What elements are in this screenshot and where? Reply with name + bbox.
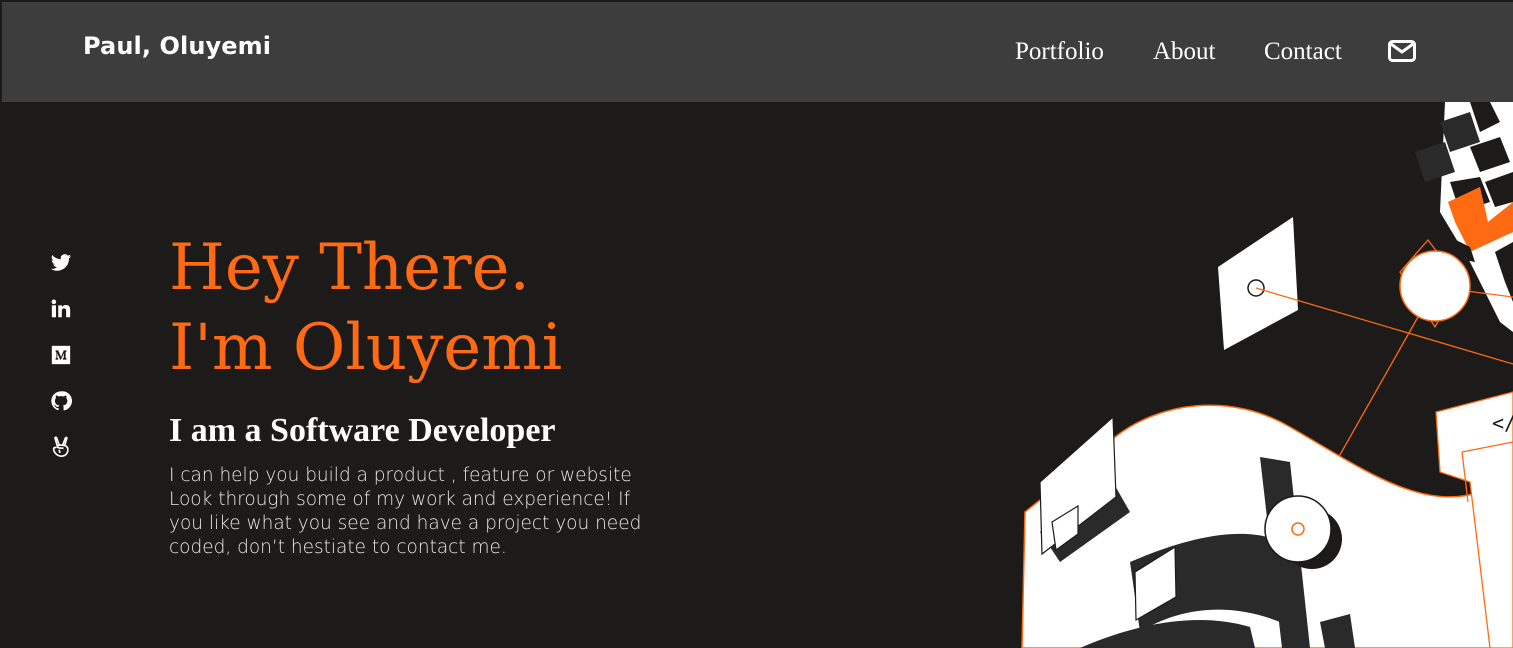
linkedin-icon[interactable] (50, 298, 72, 320)
top-navbar: Paul, Oluyemi Portfolio About Contact (2, 2, 1513, 102)
github-icon[interactable] (50, 390, 72, 412)
envelope-icon[interactable] (1388, 40, 1416, 62)
floating-panel-graphic (1218, 217, 1298, 350)
nav-link-about[interactable]: About (1153, 38, 1216, 66)
hero-illustration: </ (1021, 102, 1513, 648)
hero-role: I am a Software Developer (169, 412, 556, 449)
angellist-icon[interactable] (50, 436, 72, 458)
node-circle-graphic (1264, 495, 1332, 563)
hero-name: I'm Oluyemi (169, 311, 563, 385)
medium-link[interactable] (50, 344, 74, 390)
hero-description: I can help you build a product , feature… (169, 465, 642, 558)
twitter-icon[interactable] (50, 252, 72, 274)
svg-text:</: </ (1492, 411, 1513, 435)
medium-icon[interactable] (50, 344, 72, 366)
brand-name[interactable]: Paul, Oluyemi (83, 32, 271, 60)
social-links (50, 252, 74, 482)
orbit-circle-graphic (1399, 250, 1471, 322)
hero-greeting: Hey There. (169, 231, 530, 305)
nav-link-contact[interactable]: Contact (1264, 38, 1342, 66)
angellist-link[interactable] (50, 436, 74, 482)
linkedin-link[interactable] (50, 298, 74, 344)
github-link[interactable] (50, 390, 74, 436)
twitter-link[interactable] (50, 252, 74, 298)
hero-heading: Hey There. I'm Oluyemi (169, 228, 562, 388)
nav-link-portfolio[interactable]: Portfolio (1015, 38, 1104, 66)
